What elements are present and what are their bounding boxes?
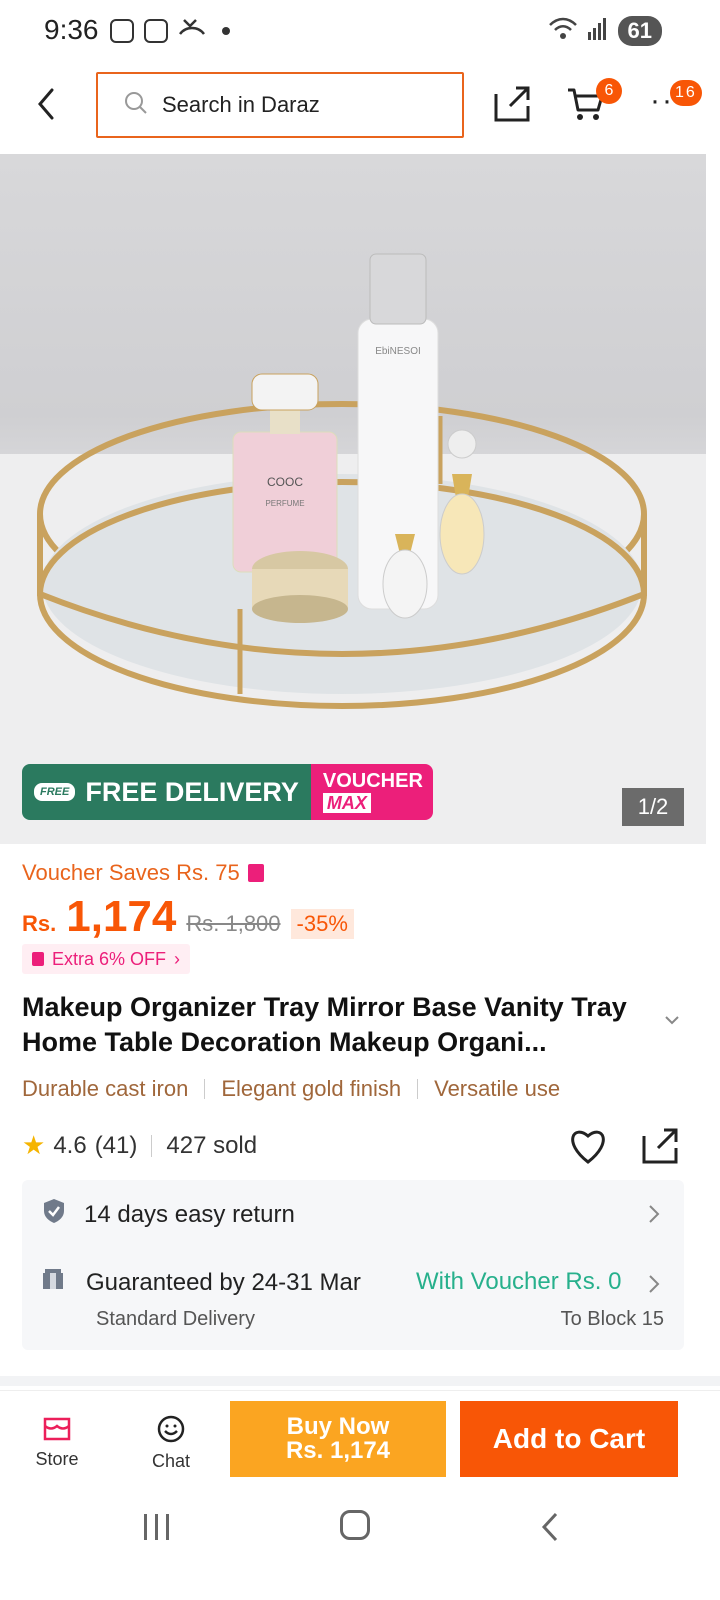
buy-now-label: Buy Now xyxy=(286,1413,390,1440)
feature-separator xyxy=(204,1079,206,1099)
chat-label: Chat xyxy=(151,1451,191,1471)
feature-tag: Versatile use xyxy=(434,1076,561,1101)
instagram-icon xyxy=(110,18,134,43)
feature-tag: Elegant gold finish xyxy=(221,1076,402,1101)
chevron-right-icon: › xyxy=(174,948,181,969)
wifi-icon xyxy=(548,17,578,46)
share-icon[interactable] xyxy=(492,84,532,129)
top-header: Search in Daraz 6 ··· 16 xyxy=(0,70,720,140)
delivery-truck-icon: FREE xyxy=(34,783,76,801)
store-icon xyxy=(43,1417,71,1441)
product-image-carousel[interactable]: COOC PERFUME EbiNESOI FREE FREE DELIVERY… xyxy=(0,154,706,844)
add-to-cart-button[interactable]: Add to Cart xyxy=(460,1401,678,1477)
more-options-button[interactable]: ··· 16 xyxy=(650,80,702,118)
star-icon: ★ xyxy=(22,1130,46,1160)
chat-button[interactable]: Chat xyxy=(144,1415,198,1472)
return-policy-text: 14 days easy return xyxy=(84,1200,295,1228)
image-pager: 1/2 xyxy=(622,788,684,826)
battery-indicator: 61 xyxy=(617,16,662,46)
shield-check-icon xyxy=(42,1198,66,1231)
cart-count-badge: 6 xyxy=(596,78,622,104)
buy-now-price: Rs. 1,174 xyxy=(285,1437,391,1464)
delivery-method: Standard Delivery xyxy=(96,1308,255,1330)
free-delivery-text: FREE DELIVERY xyxy=(85,776,299,807)
perfume-label: COOC xyxy=(267,475,303,489)
chevron-right-icon[interactable] xyxy=(648,1274,660,1299)
system-back-icon[interactable] xyxy=(540,1512,560,1547)
discount-badge: -35% xyxy=(290,909,354,939)
delivery-guarantee-text: Guaranteed by 24-31 Mar xyxy=(86,1268,361,1296)
scan-icon xyxy=(144,18,168,43)
buy-now-button[interactable]: Buy Now Rs. 1,174 xyxy=(230,1401,446,1477)
feature-tags: Durable cast iron Elegant gold finish Ve… xyxy=(22,1076,560,1102)
rating-row[interactable]: ★ 4.6 (41) 427 sold xyxy=(22,1130,257,1161)
promo-banner: FREE FREE DELIVERY VOUCHER MAX xyxy=(22,764,433,820)
price-currency: Rs. xyxy=(22,911,57,936)
delivery-guarantee-row[interactable]: Guaranteed by 24-31 Mar xyxy=(42,1268,361,1297)
sold-count: 427 sold xyxy=(166,1131,258,1159)
status-time: 9:36 xyxy=(44,14,99,45)
original-price: Rs. 1,800 xyxy=(186,911,281,936)
product-photo: COOC PERFUME EbiNESOI xyxy=(0,253,706,844)
status-bar: 9:36 61 xyxy=(0,0,720,62)
voucher-max-text: MAX xyxy=(322,793,371,813)
cart-button[interactable]: 6 xyxy=(566,78,622,129)
delivery-box-icon xyxy=(42,1268,64,1297)
missed-call-icon xyxy=(178,16,206,45)
price-row: Rs. 1,174 Rs. 1,800 -35% xyxy=(22,892,354,942)
delivery-voucher-text[interactable]: With Voucher Rs. 0 xyxy=(416,1268,621,1296)
delivery-info-box: 14 days easy return Guaranteed by 24-31 … xyxy=(22,1180,684,1350)
search-input[interactable]: Search in Daraz xyxy=(96,72,464,138)
extra-discount-text: Extra 6% OFF xyxy=(52,948,167,969)
feature-separator xyxy=(417,1079,419,1099)
free-delivery-badge: FREE FREE DELIVERY xyxy=(22,764,311,820)
voucher-max-badge: VOUCHER MAX xyxy=(310,764,433,820)
review-count: (41) xyxy=(94,1131,138,1159)
voucher-text: VOUCHER xyxy=(322,770,423,792)
status-notification-icons xyxy=(110,16,230,45)
delivery-location: To Block 15 xyxy=(560,1308,664,1330)
system-nav-bar xyxy=(0,1488,720,1600)
chevron-down-icon[interactable] xyxy=(664,1012,680,1028)
feature-tag: Durable cast iron xyxy=(22,1076,189,1101)
notification-dot-icon xyxy=(222,26,230,35)
voucher-tag-icon xyxy=(32,952,44,966)
messages-count-badge: 16 xyxy=(670,80,702,106)
product-title[interactable]: Makeup Organizer Tray Mirror Base Vanity… xyxy=(22,990,662,1060)
section-divider xyxy=(0,1376,720,1386)
voucher-tag-icon xyxy=(247,864,264,882)
return-policy-row[interactable]: 14 days easy return xyxy=(42,1198,295,1231)
search-icon xyxy=(124,91,148,120)
perfume-type-label: PERFUME xyxy=(265,499,304,508)
voucher-saves[interactable]: Voucher Saves Rs. 75 xyxy=(22,860,264,886)
back-arrow-icon[interactable] xyxy=(30,84,64,124)
extra-discount-tag[interactable]: Extra 6% OFF › xyxy=(22,944,191,974)
share-icon[interactable] xyxy=(640,1126,680,1171)
bottom-action-bar: Store Chat Buy Now Rs. 1,174 Add to Cart xyxy=(0,1390,720,1488)
chevron-right-icon[interactable] xyxy=(648,1204,660,1229)
search-placeholder: Search in Daraz xyxy=(162,92,320,117)
wishlist-heart-icon[interactable] xyxy=(568,1128,608,1169)
rating-separator xyxy=(151,1134,153,1157)
chat-icon xyxy=(157,1415,185,1443)
store-label: Store xyxy=(35,1449,79,1469)
home-icon[interactable] xyxy=(340,1510,370,1540)
current-price: 1,174 xyxy=(66,892,177,941)
signal-icon xyxy=(587,17,608,45)
voucher-saves-text: Voucher Saves Rs. 75 xyxy=(22,860,240,885)
rating-value: 4.6 xyxy=(53,1131,87,1159)
bottle-label: EbiNESOI xyxy=(375,346,421,357)
store-button[interactable]: Store xyxy=(30,1415,84,1470)
recent-apps-icon[interactable] xyxy=(144,1514,169,1540)
